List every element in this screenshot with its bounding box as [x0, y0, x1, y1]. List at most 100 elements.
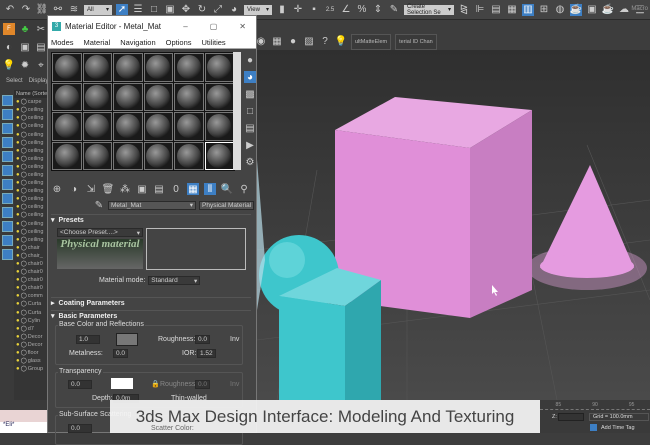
filter-cameras-icon[interactable]: [2, 137, 13, 148]
list-item[interactable]: ● ◯ ceiling: [14, 187, 50, 195]
move-icon[interactable]: ✥: [180, 4, 192, 16]
filter-xrefs-icon[interactable]: [2, 193, 13, 204]
list-item[interactable]: ● ◯ ceiling: [14, 139, 50, 147]
light-bulb-icon[interactable]: ●: [16, 269, 20, 275]
assign-material-icon[interactable]: ⇲: [85, 183, 97, 195]
material-mode-dropdown[interactable]: Standard ▾: [148, 276, 201, 285]
list-item[interactable]: ● ◯ ceiling: [14, 211, 50, 219]
trans-weight-spinner[interactable]: 0.0: [68, 380, 92, 389]
light-bulb-icon[interactable]: ●: [16, 196, 20, 202]
layers-icon[interactable]: ▨: [303, 36, 315, 48]
bind-spacewarp-icon[interactable]: ≋: [68, 4, 80, 16]
ior-spinner[interactable]: 1.52: [197, 349, 216, 358]
light-bulb-icon[interactable]: ●: [16, 237, 20, 243]
light-bulb-icon[interactable]: ●: [16, 204, 20, 210]
light-bulb-icon[interactable]: ●: [16, 107, 20, 113]
list-item[interactable]: ● ◯ ceiling: [14, 195, 50, 203]
material-slot[interactable]: [52, 82, 82, 111]
show-in-viewport-icon[interactable]: ▦: [187, 183, 199, 195]
selection-filter-dropdown[interactable]: All ▾: [84, 4, 112, 15]
light-bulb-icon[interactable]: ●: [16, 261, 20, 267]
matte-element-button[interactable]: ultMatteElem: [351, 33, 392, 50]
list-item[interactable]: ● ◯ chair_: [14, 252, 50, 260]
material-slot[interactable]: [174, 53, 204, 82]
fp-icon[interactable]: F: [3, 23, 15, 35]
place-icon[interactable]: ◕: [228, 4, 240, 16]
tools-icon[interactable]: ✂: [35, 23, 47, 35]
filter-groups-icon[interactable]: [2, 179, 13, 190]
sphere-blue-icon[interactable]: ●: [287, 36, 299, 48]
light-bulb-icon[interactable]: ●: [16, 164, 20, 170]
metalness-spinner[interactable]: 0.0: [113, 349, 129, 358]
render-icon[interactable]: ☕: [602, 4, 614, 16]
get-material-icon[interactable]: ⊕: [51, 183, 63, 195]
lock-icon[interactable]: 🔒: [151, 380, 160, 388]
hierarchy-icon[interactable]: ▤: [35, 41, 47, 53]
show-end-result-icon[interactable]: ⫴: [204, 183, 216, 195]
list-item[interactable]: ● ◯ comm: [14, 292, 50, 300]
light-bulb-icon[interactable]: ●: [16, 229, 20, 235]
spinner-snap-icon[interactable]: ⇕: [372, 4, 384, 16]
filter-shapes-icon[interactable]: [2, 109, 13, 120]
uv-tiling-icon[interactable]: □: [244, 105, 256, 117]
material-slot[interactable]: [174, 82, 204, 111]
minimize-button[interactable]: –: [183, 22, 187, 31]
trans-inv-checkbox[interactable]: Inv: [230, 381, 239, 388]
light-bulb-icon[interactable]: ●: [16, 99, 20, 105]
material-slot[interactable]: [113, 82, 143, 111]
material-slot[interactable]: [143, 141, 173, 170]
plant-icon[interactable]: ♣: [19, 23, 31, 35]
list-item[interactable]: ● ◯ Curta: [14, 309, 50, 317]
light-bulb-icon[interactable]: ●: [16, 253, 20, 259]
backlight-icon[interactable]: ◕: [244, 71, 256, 83]
material-slot[interactable]: [143, 112, 173, 141]
list-item[interactable]: ● ◯ ceiling: [14, 147, 50, 155]
material-slot[interactable]: [113, 112, 143, 141]
material-slot[interactable]: [143, 53, 173, 82]
menu-modes[interactable]: Modes: [51, 38, 74, 47]
help-icon[interactable]: ?: [319, 36, 331, 48]
list-item[interactable]: ● ◯ chair0: [14, 284, 50, 292]
material-slot[interactable]: [143, 82, 173, 111]
z-field[interactable]: [558, 413, 584, 421]
material-slot[interactable]: [204, 112, 234, 141]
filter-spacewarps-icon[interactable]: [2, 165, 13, 176]
light-bulb-icon[interactable]: ●: [16, 123, 20, 129]
light-bulb-icon[interactable]: ●: [16, 334, 20, 340]
percent-snap-icon[interactable]: %: [356, 4, 368, 16]
light-bulb-icon[interactable]: 💡: [335, 36, 347, 48]
trans-color-swatch[interactable]: [111, 378, 133, 389]
undo-icon[interactable]: ↶: [4, 4, 16, 16]
light-bulb-icon[interactable]: ●: [16, 366, 20, 372]
material-slot[interactable]: [113, 141, 143, 170]
schematic-icon[interactable]: ⊞: [538, 4, 550, 16]
slots-scrollbar[interactable]: [233, 52, 241, 170]
list-item[interactable]: ● ◯ Curta: [14, 300, 50, 308]
render-region-icon[interactable]: ▦: [271, 36, 283, 48]
list-item[interactable]: ● ◯ Decor: [14, 341, 50, 349]
mirror-icon[interactable]: ⧎: [458, 4, 470, 16]
render-cloud-icon[interactable]: ☁: [618, 4, 630, 16]
material-slot[interactable]: [82, 112, 112, 141]
named-selection-dropdown[interactable]: Create Selection Se ▾: [404, 4, 454, 16]
layer-icon[interactable]: ▤: [490, 4, 502, 16]
material-slot[interactable]: [82, 53, 112, 82]
list-item[interactable]: ● ◯ floor: [14, 349, 50, 357]
list-item[interactable]: ● ◯ Group: [14, 365, 50, 373]
material-slot[interactable]: [82, 141, 112, 170]
list-item[interactable]: ● ◯ ceiling: [14, 122, 50, 130]
save-icon[interactable]: ▤: [153, 183, 165, 195]
viewport[interactable]: [256, 50, 650, 401]
light-bulb-icon[interactable]: ●: [16, 358, 20, 364]
tab-display[interactable]: Display: [29, 78, 49, 84]
reset-icon[interactable]: 🗑: [102, 183, 115, 195]
menu-utilities[interactable]: Utilities: [202, 38, 226, 47]
light-icon[interactable]: 💡: [3, 59, 15, 71]
material-name-field[interactable]: Metal_Mat ▾: [108, 200, 196, 210]
material-slot[interactable]: [52, 141, 82, 170]
scene-explorer-icon[interactable]: ▦: [506, 4, 518, 16]
light-bulb-icon[interactable]: ●: [16, 350, 20, 356]
light-bulb-icon[interactable]: ●: [16, 301, 20, 307]
material-slot[interactable]: [174, 141, 204, 170]
window-crossing-icon[interactable]: ▣: [164, 4, 176, 16]
